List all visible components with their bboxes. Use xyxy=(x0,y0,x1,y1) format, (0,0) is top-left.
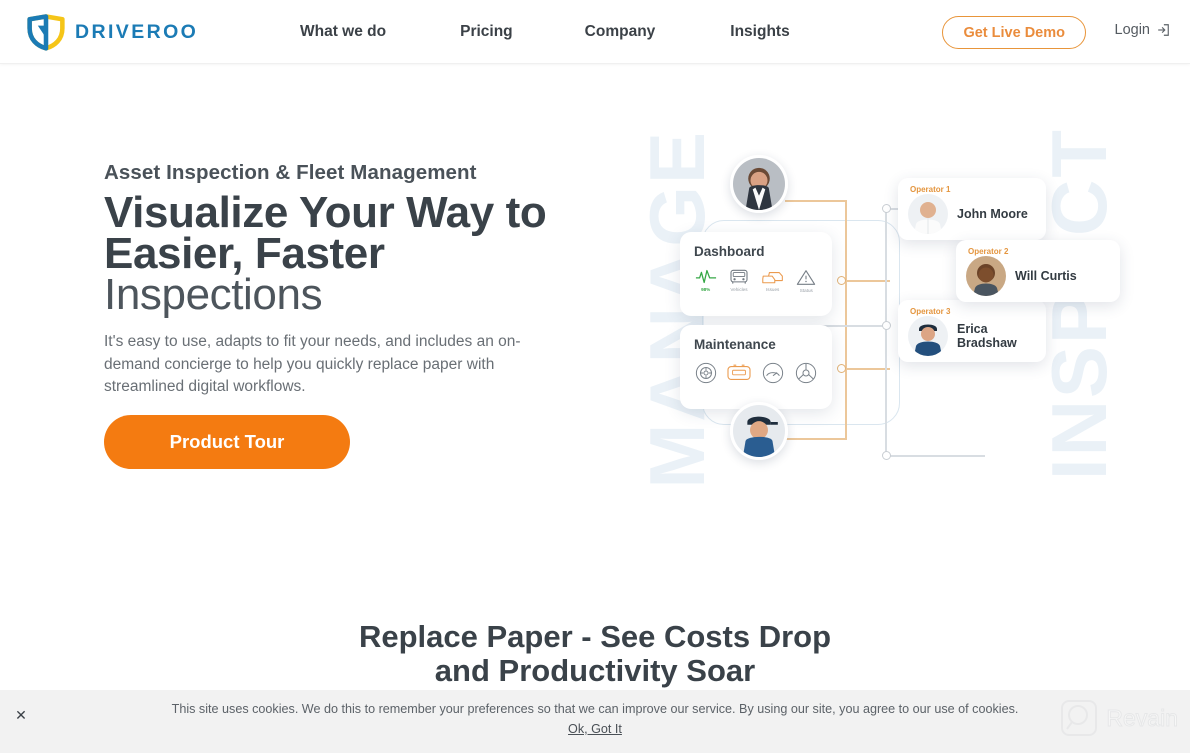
flow-line-branch-2 xyxy=(845,368,890,370)
flow-node-4 xyxy=(882,321,891,330)
dashboard-card: Dashboard 98% Vehicles Issues Status xyxy=(680,232,832,316)
operator-1-avatar-image xyxy=(908,194,948,234)
product-tour-button[interactable]: Product Tour xyxy=(104,415,350,469)
flow-line-bottom-orange xyxy=(785,438,847,440)
revain-watermark: Revain xyxy=(1059,698,1178,738)
cookie-accept-link[interactable]: Ok, Got It xyxy=(0,722,1190,736)
operator-card-2[interactable]: Operator 2 Will Curtis xyxy=(956,240,1120,302)
section-heading-line-2: and Productivity Soar xyxy=(434,653,756,688)
operator-card-3[interactable]: Operator 3 Erica Bradshaw xyxy=(898,300,1046,362)
watermark-inspect: INSPECT xyxy=(1035,128,1123,481)
hero-title-line-3: Inspections xyxy=(104,270,323,319)
technician-avatar-image xyxy=(733,405,785,457)
metric-status-label: Status xyxy=(799,288,813,293)
flow-line-gray-bottom xyxy=(885,455,985,457)
hero-description: It's easy to use, adapts to fit your nee… xyxy=(104,333,521,395)
main-navigation: What we do Pricing Company Insights xyxy=(300,0,790,64)
get-live-demo-button[interactable]: Get Live Demo xyxy=(942,16,1086,49)
operator-3-avatar-image xyxy=(908,316,948,356)
operator-1-tag: Operator 1 xyxy=(910,185,951,194)
metric-health-label: 98% xyxy=(701,287,711,292)
flow-line-top-orange xyxy=(785,200,847,202)
operator-2-name: Will Curtis xyxy=(1015,269,1077,283)
metric-vehicles-label: Vehicles xyxy=(730,287,748,292)
revain-magnifier-icon xyxy=(1061,700,1098,736)
gauge-icon xyxy=(762,362,784,384)
maintenance-icon-row xyxy=(694,362,818,384)
bus-icon xyxy=(730,269,748,284)
brand-logo[interactable]: DRIVEROO xyxy=(26,12,198,52)
login-arrow-icon xyxy=(1158,24,1169,36)
section-heading: Replace Paper - See Costs Drop and Produ… xyxy=(0,620,1190,688)
technician-avatar xyxy=(730,402,788,460)
shield-logo-icon xyxy=(27,14,65,51)
flow-node-5 xyxy=(882,451,891,460)
warning-triangle-icon xyxy=(797,270,816,285)
flow-line-vertical-gray xyxy=(885,208,887,456)
cookie-banner-text: This site uses cookies. We do this to re… xyxy=(171,702,1019,716)
page-root: DRIVEROO What we do Pricing Company Insi… xyxy=(0,0,1190,753)
page-title: Visualize Your Way to Easier, Faster Ins… xyxy=(104,191,624,317)
nav-item-pricing[interactable]: Pricing xyxy=(460,23,513,41)
hero-eyebrow: Asset Inspection & Fleet Management xyxy=(104,161,477,184)
login-link[interactable]: Login xyxy=(1115,22,1170,38)
metric-vehicles: Vehicles xyxy=(727,269,750,292)
maintenance-item-gauge xyxy=(761,362,784,384)
section-heading-line-1: Replace Paper - See Costs Drop xyxy=(358,619,832,654)
cars-icon xyxy=(761,272,783,284)
dashboard-metrics-row: 98% Vehicles Issues Status xyxy=(694,269,818,293)
metric-status: Status xyxy=(795,269,818,293)
maintenance-item-battery xyxy=(727,362,751,384)
steering-wheel-icon xyxy=(796,362,817,384)
operator-1-name: John Moore xyxy=(957,207,1028,221)
tire-icon xyxy=(695,362,716,384)
metric-issues-label: Issues xyxy=(766,287,780,292)
maintenance-item-tire xyxy=(694,362,717,384)
nav-item-what-we-do[interactable]: What we do xyxy=(300,23,386,41)
brand-name: DRIVEROO xyxy=(75,20,199,43)
operator-1-avatar xyxy=(908,194,948,234)
flow-node-2 xyxy=(837,364,846,373)
pulse-icon xyxy=(695,269,716,284)
nav-item-company[interactable]: Company xyxy=(585,23,656,41)
dashboard-card-title: Dashboard xyxy=(694,244,765,259)
maintenance-card: Maintenance xyxy=(680,325,832,409)
flow-node-1 xyxy=(837,276,846,285)
battery-icon xyxy=(727,364,751,380)
cookie-banner: ✕ This site uses cookies. We do this to … xyxy=(0,690,1190,753)
flow-line-branch-1 xyxy=(845,280,890,282)
hero-illustration: MANAGE INSPECT Dashboard 98% Vehicles Is… xyxy=(630,120,1130,490)
maintenance-item-steering xyxy=(795,362,818,384)
operator-3-avatar xyxy=(908,316,948,356)
nav-item-insights[interactable]: Insights xyxy=(730,23,789,41)
flow-node-3 xyxy=(882,204,891,213)
operator-2-avatar-image xyxy=(966,256,1006,296)
flow-line-vertical-orange xyxy=(845,200,847,440)
metric-issues: Issues xyxy=(761,269,785,292)
site-header: DRIVEROO What we do Pricing Company Insi… xyxy=(0,0,1190,64)
metric-health: 98% xyxy=(694,269,717,292)
manager-avatar xyxy=(730,155,788,213)
login-label: Login xyxy=(1114,22,1150,38)
operator-3-tag: Operator 3 xyxy=(910,307,951,316)
operator-3-name: Erica Bradshaw xyxy=(957,322,1017,350)
operator-card-1[interactable]: Operator 1 John Moore xyxy=(898,178,1046,240)
flow-line-gray-op1 xyxy=(885,210,887,245)
manager-avatar-image xyxy=(733,158,785,210)
maintenance-card-title: Maintenance xyxy=(694,337,776,352)
operator-2-tag: Operator 2 xyxy=(968,247,1009,256)
revain-watermark-label: Revain xyxy=(1106,704,1179,731)
operator-2-avatar xyxy=(966,256,1006,296)
